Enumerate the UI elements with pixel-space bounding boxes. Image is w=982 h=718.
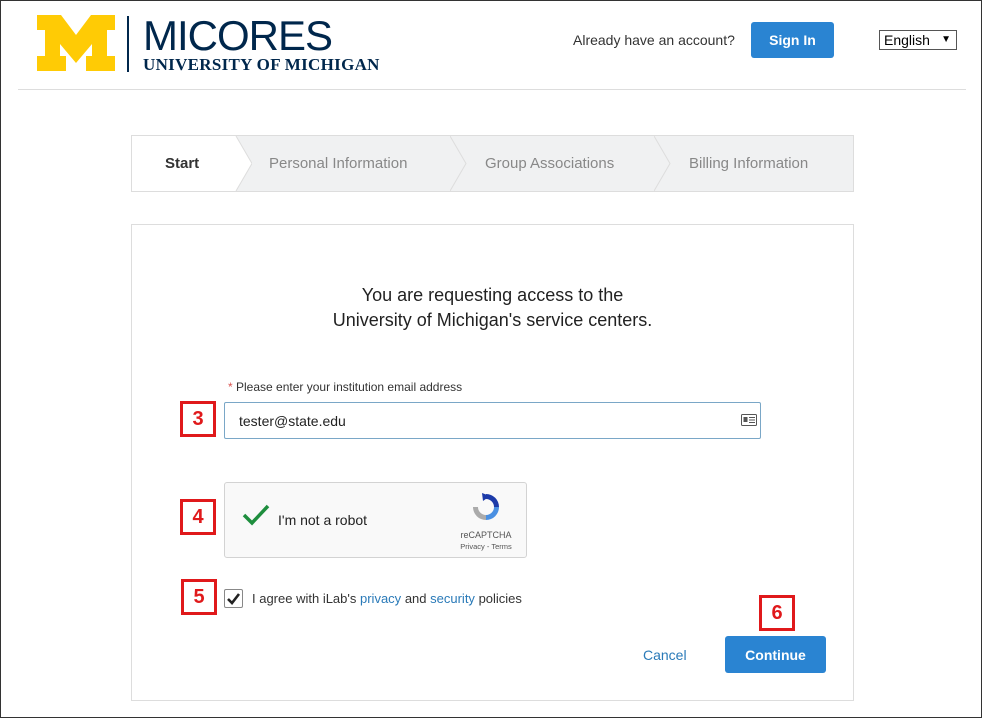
step-personal-information: Personal Information (269, 136, 407, 191)
callout-marker-5: 5 (181, 579, 217, 615)
agree-policies-text: I agree with iLab's privacy and security… (252, 591, 522, 606)
step-chevron-icon (234, 136, 252, 191)
step-label: Personal Information (269, 155, 408, 172)
logo-divider (127, 16, 129, 72)
privacy-link[interactable]: privacy (360, 591, 401, 606)
step-label: Billing Information (689, 155, 809, 172)
block-m-logo (37, 15, 115, 71)
email-input[interactable] (224, 402, 761, 439)
logo-title: MICORES (143, 12, 333, 59)
form-intro-line-1: You are requesting access to the (361, 285, 624, 305)
agree-suffix: policies (478, 591, 522, 606)
contact-card-icon (741, 414, 757, 426)
email-field-label: * Please enter your institution email ad… (228, 380, 462, 394)
dropdown-arrow-icon: ▼ (941, 34, 951, 45)
page-header: MICORES UNIVERSITY OF MICHIGAN Already h… (1, 1, 981, 89)
recaptcha-logo-icon (473, 493, 499, 520)
step-label: Start (165, 155, 200, 172)
agree-prefix: I agree with iLab's (252, 591, 357, 606)
recaptcha-terms-link[interactable]: Privacy - Terms (455, 542, 517, 551)
language-value: English (884, 32, 930, 48)
security-link[interactable]: security (430, 591, 475, 606)
email-label-text: Please enter your institution email addr… (236, 380, 463, 394)
step-group-associations: Group Associations (485, 136, 614, 191)
header-divider (18, 89, 966, 90)
recaptcha-brand: reCAPTCHA (460, 530, 512, 540)
progress-steps: Start Personal Information Group Associa… (131, 135, 854, 192)
checkmark-icon (242, 504, 270, 526)
continue-button[interactable]: Continue (725, 636, 826, 673)
step-start: Start (132, 136, 235, 191)
required-marker: * (228, 380, 233, 394)
agree-and: and (404, 591, 427, 606)
step-chevron-icon (654, 136, 671, 191)
cancel-link[interactable]: Cancel (643, 647, 687, 663)
agree-checkbox[interactable] (224, 589, 243, 608)
checkmark-icon (227, 593, 241, 605)
access-request-form: You are requesting access to the Univers… (131, 224, 854, 701)
already-have-account-text: Already have an account? (573, 32, 735, 48)
sign-in-button[interactable]: Sign In (751, 22, 834, 58)
callout-marker-4: 4 (180, 499, 216, 535)
callout-marker-3: 3 (180, 401, 216, 437)
step-label: Group Associations (485, 155, 615, 172)
logo-subtitle: UNIVERSITY OF MICHIGAN (143, 55, 380, 74)
form-intro-line-2: University of Michigan's service centers… (332, 310, 653, 330)
callout-marker-6: 6 (759, 595, 795, 631)
recaptcha-widget[interactable]: I'm not a robot reCAPTCHA Privacy - Term… (224, 482, 527, 558)
language-select[interactable]: English ▼ (879, 30, 957, 50)
recaptcha-label: I'm not a robot (278, 512, 368, 528)
step-chevron-icon (450, 136, 467, 191)
step-billing-information: Billing Information (689, 136, 808, 191)
